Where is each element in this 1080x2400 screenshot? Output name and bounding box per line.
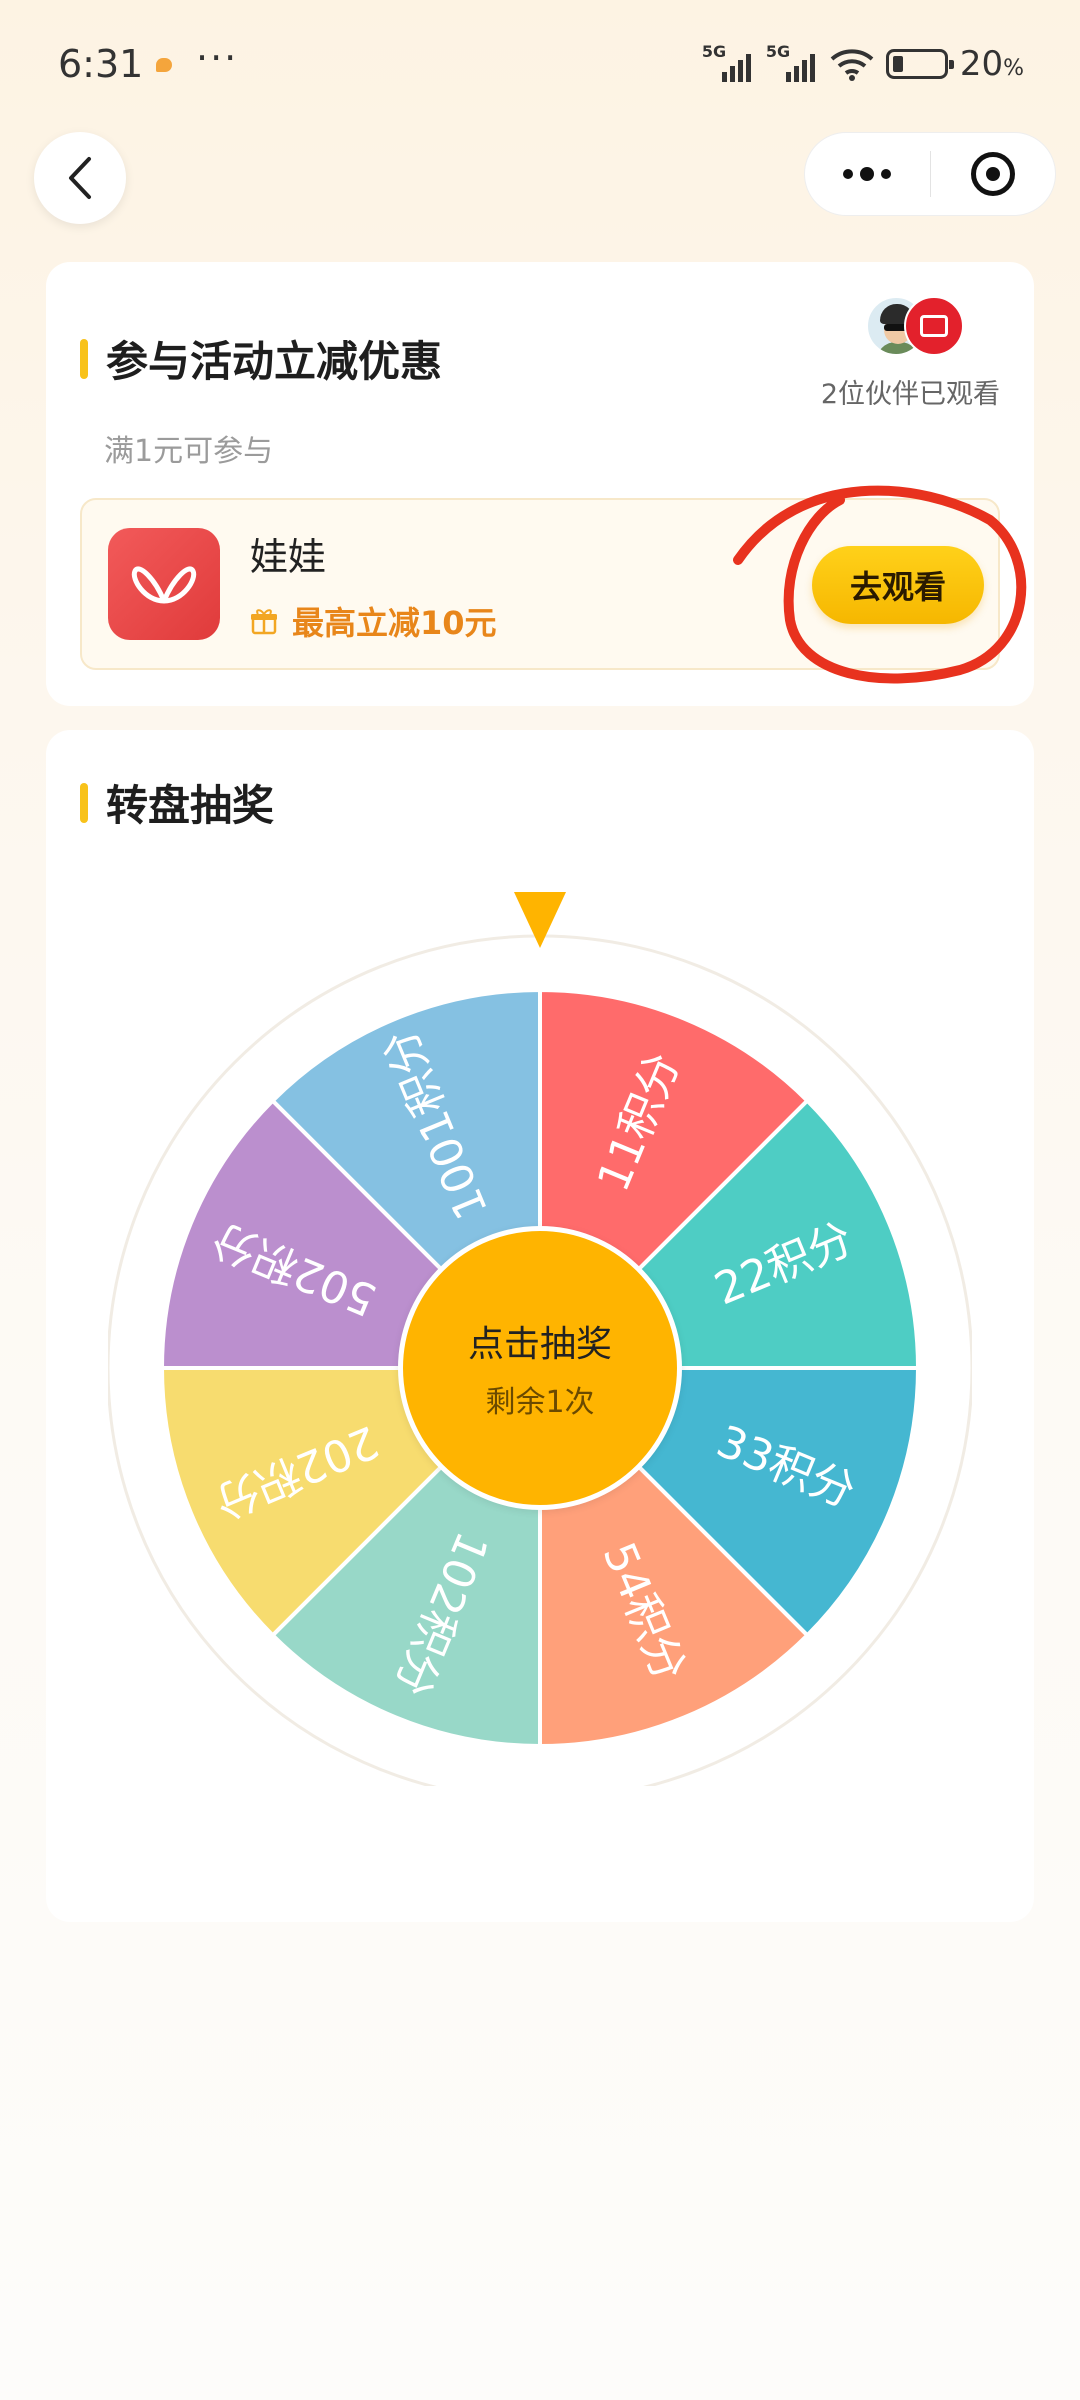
battery-icon (885, 49, 954, 79)
activity-card: 参与活动立减优惠 2位伙伴已观看 满1元可参与 娃娃 最高立减10元 去观看 (46, 262, 1034, 706)
chevron-left-icon (69, 157, 91, 199)
discount-row: 最高立减10元 (250, 598, 497, 644)
partner-avatars (866, 296, 976, 356)
more-button[interactable] (805, 167, 930, 181)
status-bar: 6:31 ··· 5G 5G 20% (0, 0, 1080, 130)
avatar (904, 296, 964, 356)
status-more-icon: ··· (196, 36, 239, 80)
title-accent-bar (80, 338, 88, 379)
battery-text: 20% (959, 44, 1024, 84)
spin-button[interactable]: 点击抽奖 剩余1次 (398, 1226, 682, 1510)
signal-icon: 5G (766, 42, 818, 82)
prize-wheel: 11积分 22积分 33积分 54积分 102积分 202积分 502积分 1001积分 点击… (108, 886, 972, 1786)
discount-text: 最高立减10元 (292, 604, 497, 642)
offer-item: 娃娃 最高立减10元 去观看 (80, 498, 1000, 670)
signal-icon: 5G (702, 42, 754, 82)
back-button[interactable] (34, 132, 126, 224)
app-name: 娃娃 (250, 535, 327, 579)
activity-section-title: 参与活动立减优惠 (80, 328, 442, 389)
wheel-section-title: 转盘抽奖 (80, 772, 274, 833)
remaining-count: 剩余1次 (485, 1385, 595, 1420)
status-time: 6:31 (58, 42, 144, 86)
title-accent-bar (80, 782, 88, 823)
status-indicators: 5G 5G 20% (702, 42, 1024, 84)
wifi-icon (830, 49, 874, 81)
min-requirement-text: 满1元可参与 (104, 434, 274, 469)
miniprogram-capsule (804, 132, 1056, 216)
target-icon (970, 152, 1015, 196)
app-logo-icon (108, 528, 220, 640)
partners-watched-text: 2位伙伴已观看 (820, 379, 1000, 410)
go-watch-button[interactable]: 去观看 (812, 546, 984, 624)
gift-icon (250, 607, 278, 635)
notification-icon (156, 58, 172, 72)
spin-label: 点击抽奖 (467, 1324, 612, 1365)
close-miniprogram-button[interactable] (931, 152, 1056, 196)
